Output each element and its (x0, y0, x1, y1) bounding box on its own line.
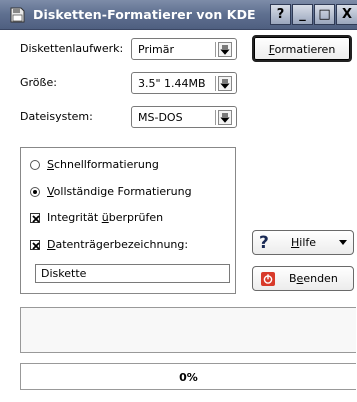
verify-checkbox[interactable] (30, 213, 40, 223)
filesystem-select-value: MS-DOS (138, 111, 183, 124)
check-mark-icon (32, 242, 40, 250)
question-icon: ? (276, 7, 285, 22)
progress-bar: 0% (20, 363, 356, 390)
drive-select-value: Primär (138, 43, 174, 56)
help-title-button[interactable]: ? (270, 4, 291, 25)
minimize-icon: _ (299, 7, 306, 22)
verify-label[interactable]: Integrität überprüfen (47, 211, 163, 224)
close-icon: X (341, 7, 353, 22)
dropdown-arrow-icon (339, 240, 347, 245)
quick-format-radio[interactable] (30, 160, 40, 170)
combo-arrow-icon[interactable] (218, 110, 232, 125)
volume-label-checkbox[interactable] (30, 240, 40, 250)
combo-arrow-icon[interactable] (218, 76, 232, 91)
drive-select[interactable]: Primär (131, 38, 237, 60)
minimize-button[interactable]: _ (292, 4, 313, 25)
drive-label: Diskettenlaufwerk: (20, 42, 124, 55)
size-label: Größe: (20, 76, 57, 89)
quick-format-label[interactable]: Schnellformatierung (47, 158, 159, 171)
format-button[interactable]: Formatieren (252, 35, 352, 62)
filesystem-label: Dateisystem: (20, 110, 93, 123)
format-button-label: ormatieren (274, 43, 336, 56)
close-button[interactable]: X (336, 4, 357, 25)
window-title: Disketten-Formatierer von KDE (33, 7, 256, 22)
full-format-label[interactable]: Vollständige Formatierung (47, 185, 192, 198)
help-button-label: ilfe (299, 236, 317, 249)
help-button[interactable]: ? Hilfe (252, 230, 354, 255)
floppy-app-icon[interactable] (8, 6, 26, 24)
quit-icon (261, 272, 275, 286)
volume-label-label[interactable]: Datenträgerbezeichnung: (47, 238, 188, 251)
size-select[interactable]: 3.5" 1.44MB (131, 72, 237, 94)
title-bar[interactable]: Disketten-Formatierer von KDE ? _ □ X (0, 0, 357, 30)
full-format-radio[interactable] (30, 187, 40, 197)
help-question-icon: ? (259, 233, 269, 253)
progress-percent: 0% (179, 371, 198, 384)
quit-button[interactable]: Beenden (252, 266, 354, 291)
size-select-value: 3.5" 1.44MB (138, 77, 206, 90)
status-area (20, 307, 356, 353)
filesystem-select[interactable]: MS-DOS (131, 106, 237, 128)
maximize-icon: □ (318, 7, 331, 22)
volume-label-input[interactable] (36, 265, 226, 280)
check-mark-icon (32, 215, 40, 223)
combo-arrow-icon[interactable] (218, 42, 232, 57)
maximize-button[interactable]: □ (314, 4, 335, 25)
volume-label-field[interactable] (35, 264, 230, 283)
